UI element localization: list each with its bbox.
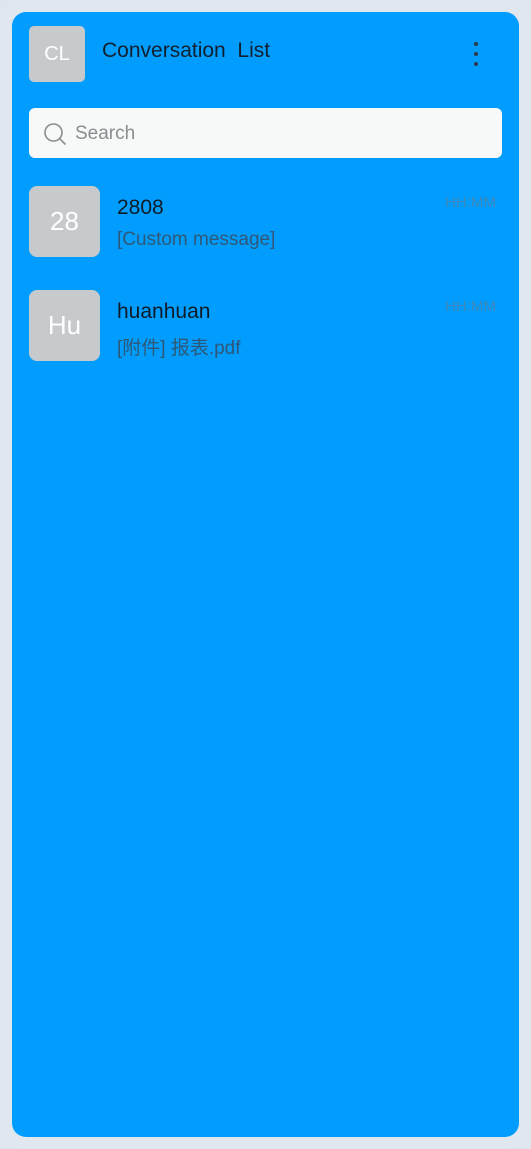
app-header: CL Conversation List <box>12 12 519 96</box>
conversation-time: HH:MM <box>445 298 496 315</box>
conversation-time: HH:MM <box>445 194 496 211</box>
search-icon <box>44 123 66 145</box>
conversation-item[interactable]: Hu huanhuan HH:MM [附件] 报表.pdf <box>12 286 519 390</box>
conversation-name: 2808 <box>117 196 164 219</box>
page-title: Conversation List <box>102 39 271 62</box>
app-screen: CL Conversation List 28 2808 HH:MM [Cust… <box>12 12 519 1137</box>
conversation-preview: [Custom message] <box>117 229 276 250</box>
conversation-item[interactable]: 28 2808 HH:MM [Custom message] <box>12 182 519 286</box>
conversation-avatar: 28 <box>29 186 100 257</box>
search-input[interactable] <box>73 108 497 160</box>
user-avatar[interactable]: CL <box>29 26 85 82</box>
more-vertical-icon <box>474 42 478 46</box>
conversation-name: huanhuan <box>117 300 211 323</box>
more-vertical-icon-dot <box>474 52 478 56</box>
conversation-preview: [附件] 报表.pdf <box>117 338 241 359</box>
more-vertical-icon-dot <box>474 62 478 66</box>
conversation-avatar: Hu <box>29 290 100 361</box>
more-options-button[interactable] <box>464 38 488 70</box>
conversation-list: 28 2808 HH:MM [Custom message] Hu huanhu… <box>12 182 519 390</box>
device-frame: CL Conversation List 28 2808 HH:MM [Cust… <box>0 0 531 1149</box>
search-bar[interactable] <box>29 108 502 160</box>
